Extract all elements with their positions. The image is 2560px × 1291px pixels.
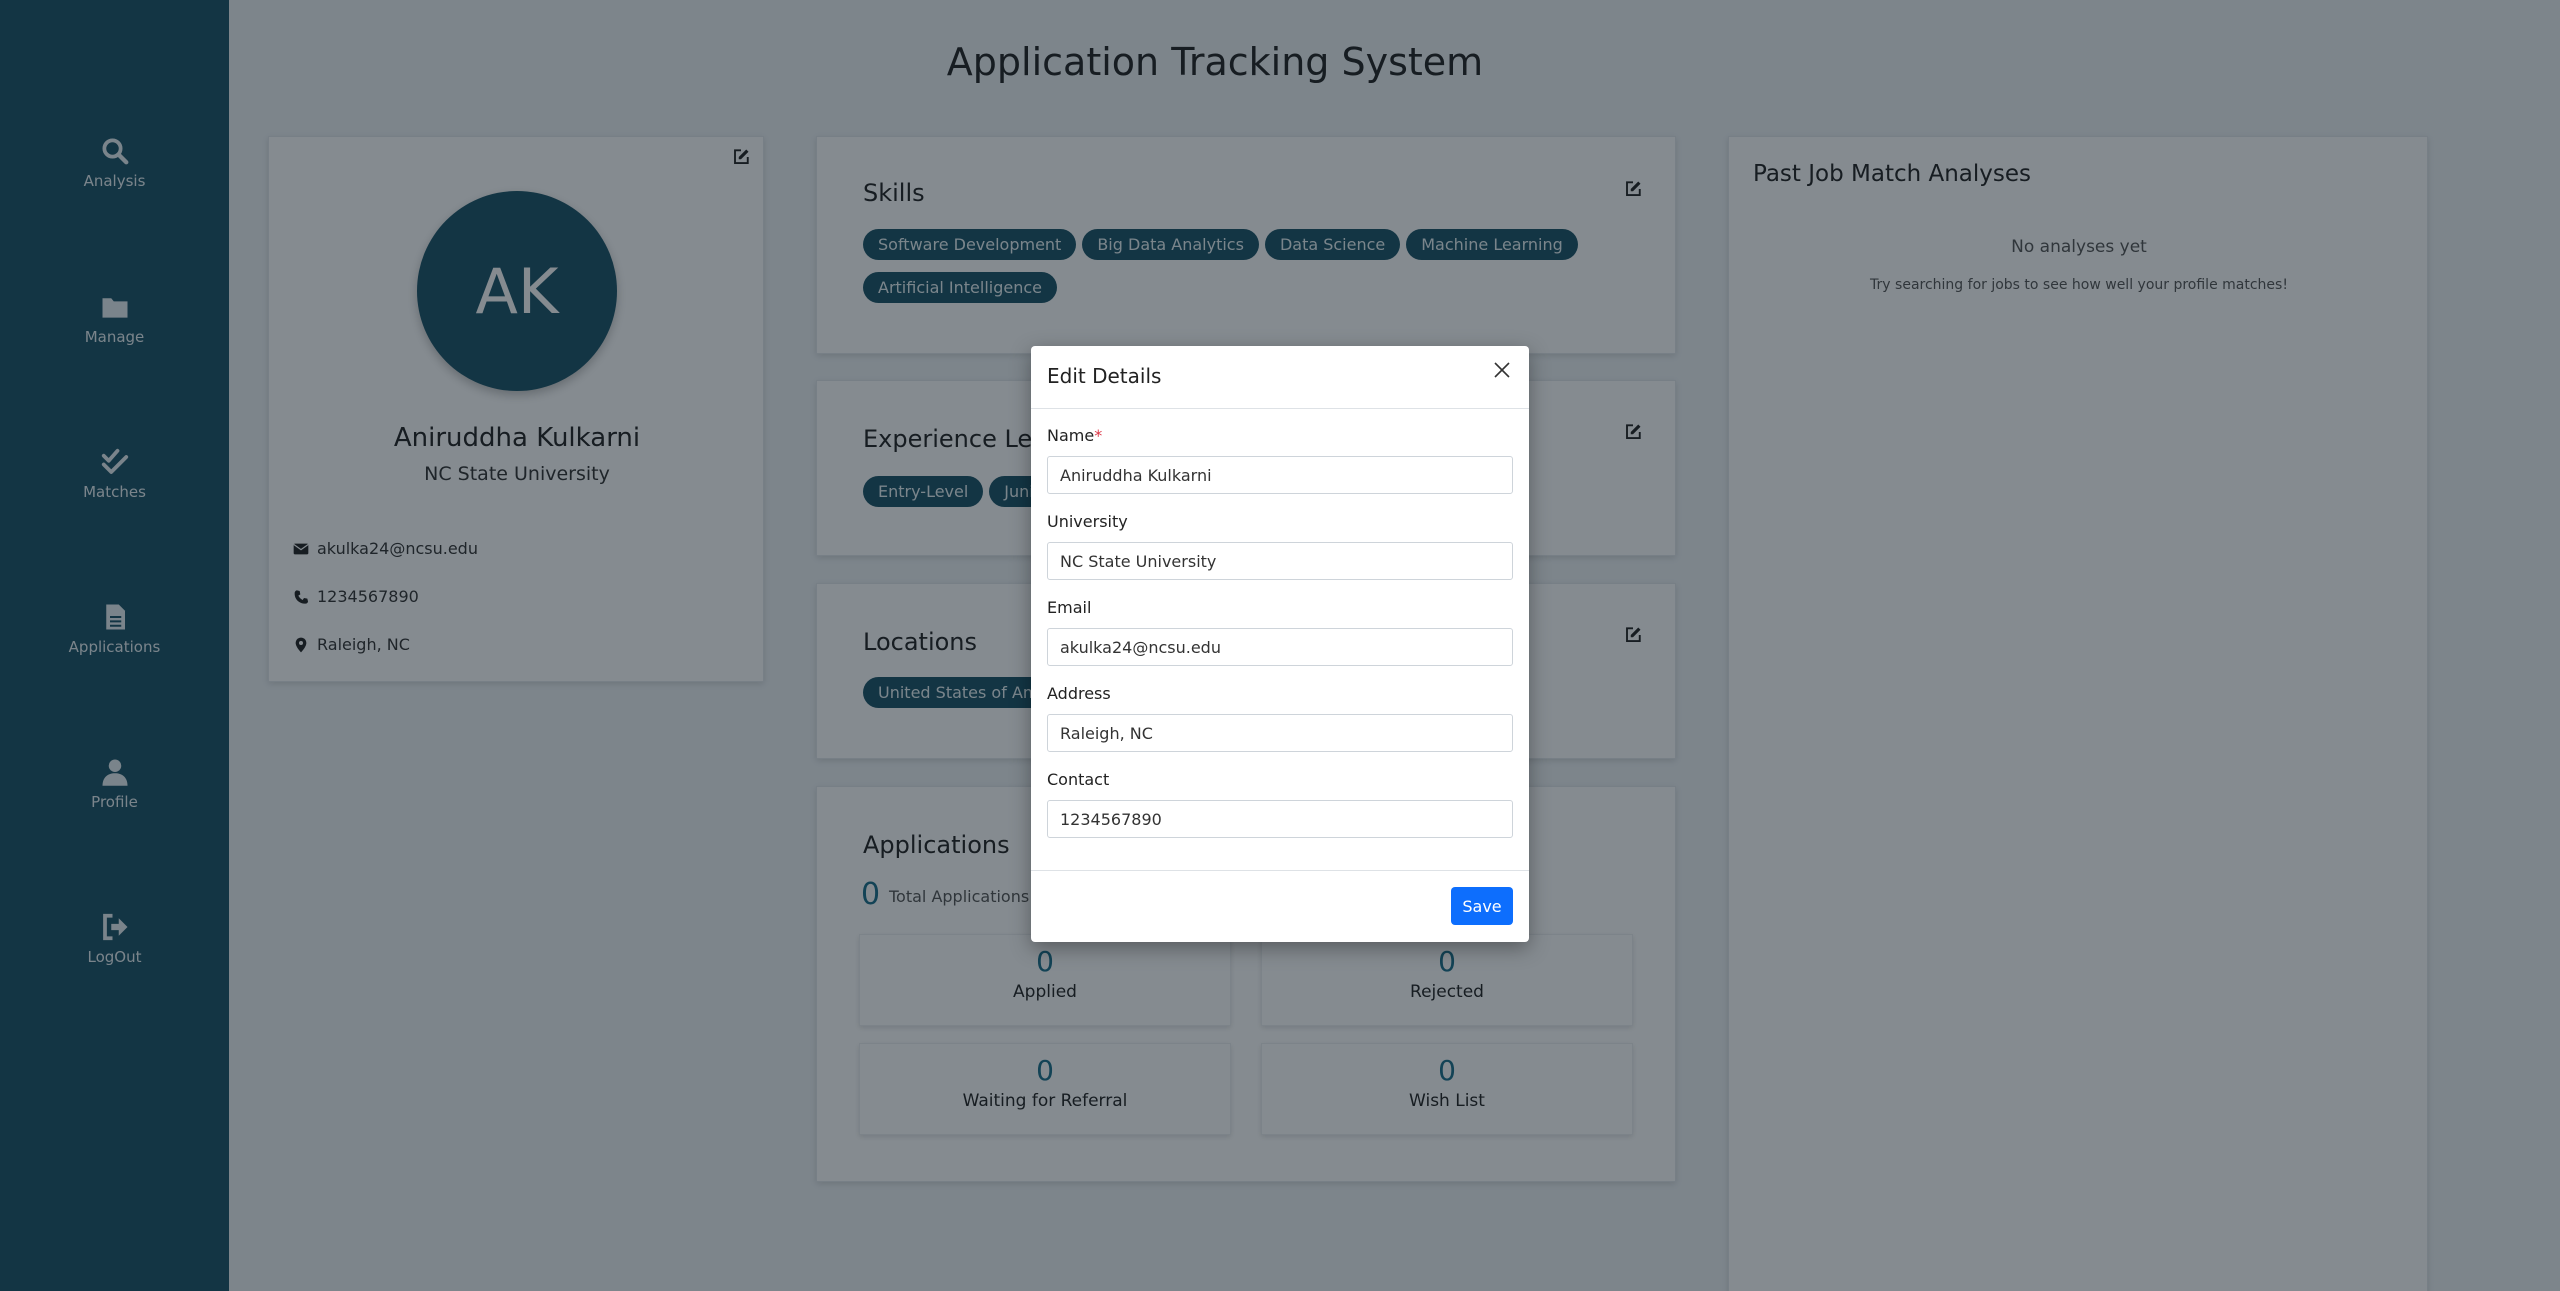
modal-footer: Save — [1031, 870, 1529, 942]
contact-field[interactable] — [1047, 800, 1513, 838]
edit-details-modal: Edit Details Name* University Email Addr… — [1031, 346, 1529, 942]
contact-label: Contact — [1047, 770, 1110, 789]
close-icon[interactable] — [1492, 360, 1512, 380]
address-label: Address — [1047, 684, 1111, 703]
save-button[interactable]: Save — [1451, 887, 1513, 925]
name-label-text: Name — [1047, 426, 1095, 445]
modal-title: Edit Details — [1047, 364, 1162, 388]
email-field[interactable] — [1047, 628, 1513, 666]
email-label: Email — [1047, 598, 1092, 617]
name-label: Name* — [1047, 426, 1102, 445]
address-field[interactable] — [1047, 714, 1513, 752]
university-label: University — [1047, 512, 1128, 531]
name-field[interactable] — [1047, 456, 1513, 494]
required-marker: * — [1094, 426, 1103, 445]
modal-header: Edit Details — [1031, 346, 1529, 409]
university-field[interactable] — [1047, 542, 1513, 580]
